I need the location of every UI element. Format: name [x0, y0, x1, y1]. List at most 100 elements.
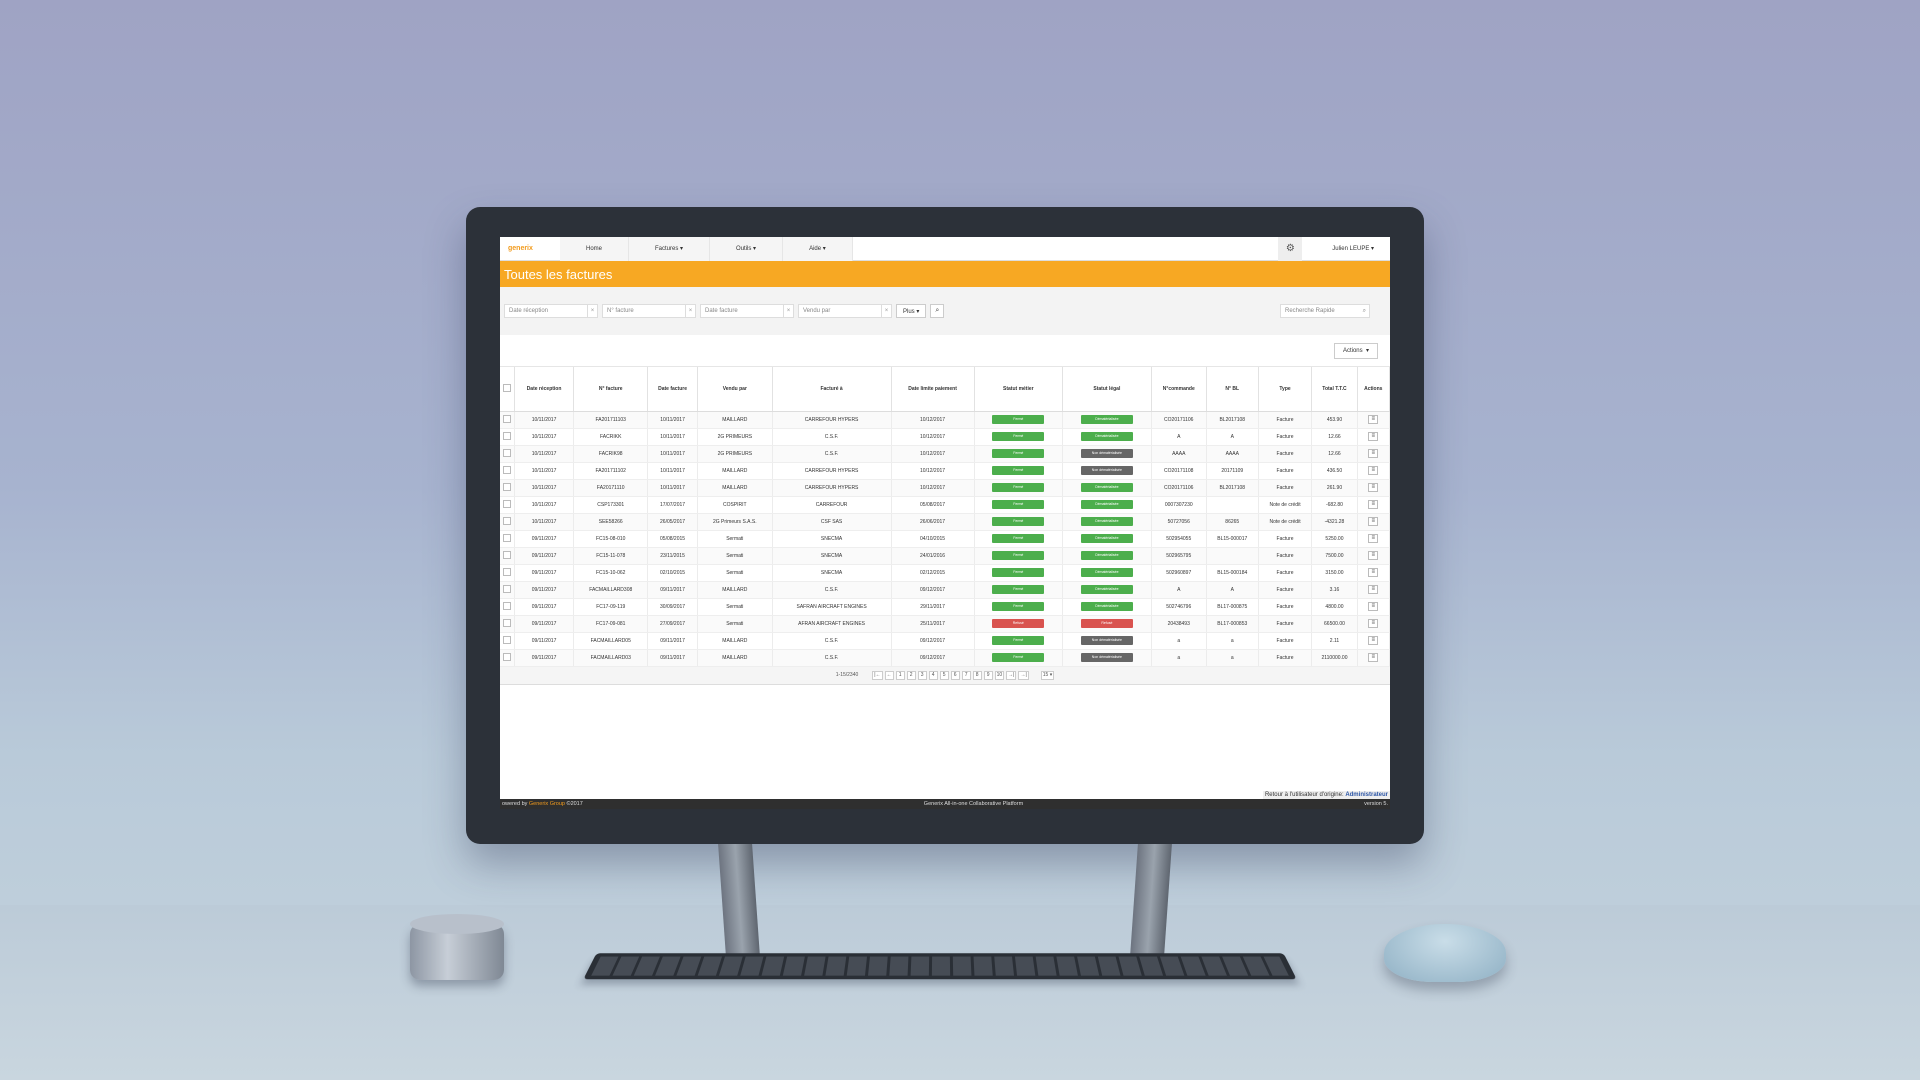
nav-outils[interactable]: Outils ▾: [710, 237, 784, 261]
list-icon[interactable]: ≡: [1368, 483, 1379, 492]
column-header[interactable]: Total T.T.C: [1311, 367, 1358, 412]
page-button[interactable]: 1: [895, 670, 905, 680]
quick-search-input[interactable]: Recherche Rapide ⌕: [1280, 304, 1370, 318]
search-icon[interactable]: ⌕: [930, 304, 945, 318]
filter-vendu-par[interactable]: Vendu par ×: [798, 304, 892, 318]
table-row[interactable]: 10/11/2017 FACRIKK 10/11/2017 2G PRIMEURS C.…: [500, 428, 1390, 446]
column-header[interactable]: Statut légal: [1062, 367, 1152, 412]
table-row[interactable]: 10/11/2017 CSP173301 17/07/2017 COSPIRIT CAR…: [500, 496, 1390, 514]
actions-dropdown[interactable]: Actions ▾: [1333, 342, 1378, 359]
nav-home[interactable]: Home: [560, 237, 630, 261]
table-row[interactable]: 10/11/2017 FA20171110 10/11/2017 MAILLARD CA…: [500, 479, 1390, 497]
table-row[interactable]: 09/11/2017 FACMAILLARD03 09/11/2017 MAILLAR…: [500, 649, 1390, 667]
column-header[interactable]: Actions: [1357, 367, 1390, 412]
column-header[interactable]: Date facture: [647, 367, 699, 412]
filter-date-reception[interactable]: Date réception ×: [504, 304, 598, 318]
column-header[interactable]: N° BL: [1206, 367, 1259, 412]
prev-page-button[interactable]: ←: [884, 670, 894, 680]
list-icon[interactable]: ≡: [1368, 517, 1379, 526]
row-checkbox[interactable]: [502, 482, 511, 491]
user-menu[interactable]: Julien LEUPE ▾: [1302, 237, 1390, 261]
table-row[interactable]: 10/11/2017 FACRIK98 10/11/2017 2G PRIMEURS C…: [500, 445, 1390, 463]
app-logo[interactable]: generix: [500, 245, 560, 252]
table-cell: 23/11/2015: [647, 547, 699, 565]
column-header[interactable]: N°commande: [1151, 367, 1207, 412]
table-row[interactable]: 10/11/2017 FA201711102 10/11/2017 MAILLARD C…: [500, 462, 1390, 480]
table-row[interactable]: 09/11/2017 FC15-08-010 05/08/2015 Sermati SN…: [500, 530, 1390, 548]
table-cell: 502960897: [1151, 564, 1207, 582]
column-header[interactable]: Date réception: [514, 367, 575, 412]
column-header[interactable]: Type: [1258, 367, 1313, 412]
nav-factures[interactable]: Factures ▾: [629, 237, 711, 261]
row-checkbox[interactable]: [502, 618, 511, 627]
page-button[interactable]: 9: [983, 670, 993, 680]
row-checkbox[interactable]: [502, 652, 511, 661]
table-row[interactable]: 09/11/2017 FC17-09-081 27/09/2017 Sermati AF…: [500, 615, 1390, 633]
row-checkbox[interactable]: [502, 448, 511, 457]
list-icon[interactable]: ≡: [1368, 585, 1379, 594]
row-checkbox[interactable]: [502, 567, 511, 576]
table-cell: 05/08/2017: [891, 496, 975, 514]
business-status-badge: Fermé: [992, 415, 1045, 424]
table-cell: 09/11/2017: [514, 530, 575, 548]
row-checkbox[interactable]: [502, 584, 511, 593]
table-row[interactable]: 09/11/2017 FACMAILLARD05 09/11/2017 MAILLAR…: [500, 632, 1390, 650]
list-icon[interactable]: ≡: [1368, 653, 1379, 662]
gear-icon[interactable]: ⚙: [1278, 237, 1303, 261]
table-row[interactable]: 09/11/2017 FC15-10-062 02/10/2015 Sermati SN…: [500, 564, 1390, 582]
page-button[interactable]: 6: [950, 670, 960, 680]
list-icon[interactable]: ≡: [1368, 568, 1379, 577]
clear-icon[interactable]: ×: [587, 305, 597, 317]
row-checkbox[interactable]: [502, 414, 511, 423]
page-button[interactable]: 2: [906, 670, 916, 680]
list-icon[interactable]: ≡: [1368, 466, 1379, 475]
table-row[interactable]: 09/11/2017 FC15-11-078 23/11/2015 Sermati SN…: [500, 547, 1390, 565]
more-filters-button[interactable]: Plus ▾: [896, 304, 927, 318]
filter-date-facture[interactable]: Date facture ×: [700, 304, 794, 318]
administrator-link[interactable]: Administrateur: [1345, 792, 1388, 798]
nav-aide[interactable]: Aide ▾: [783, 237, 853, 261]
clear-icon[interactable]: ×: [881, 305, 891, 317]
filter-num-facture[interactable]: N° facture ×: [602, 304, 696, 318]
table-row[interactable]: 09/11/2017 FACMAILLARD308 09/11/2017 MAILLA…: [500, 581, 1390, 599]
page-button[interactable]: 7: [961, 670, 971, 680]
last-page-button[interactable]: →|: [1018, 670, 1029, 680]
list-icon[interactable]: ≡: [1368, 619, 1379, 628]
select-all-checkbox[interactable]: [502, 383, 511, 392]
list-icon[interactable]: ≡: [1368, 602, 1379, 611]
page-button[interactable]: 10: [994, 670, 1005, 680]
row-checkbox[interactable]: [502, 635, 511, 644]
table-row[interactable]: 10/11/2017 FA201711103 10/11/2017 MAILLARD C…: [500, 411, 1390, 429]
row-checkbox[interactable]: [502, 550, 511, 559]
column-header[interactable]: Statut métier: [974, 367, 1064, 412]
table-row[interactable]: 10/11/2017 SEE58266 26/05/2017 2G Primeurs …: [500, 513, 1390, 531]
list-icon[interactable]: ≡: [1368, 534, 1379, 543]
clear-icon[interactable]: ×: [685, 305, 695, 317]
row-checkbox[interactable]: [502, 431, 511, 440]
next-page-button[interactable]: →|: [1006, 670, 1017, 680]
row-checkbox[interactable]: [502, 465, 511, 474]
list-icon[interactable]: ≡: [1368, 449, 1379, 458]
table-row[interactable]: 09/11/2017 FC17-09-119 30/09/2017 Sermati SA…: [500, 598, 1390, 616]
per-page-select[interactable]: 15 ▾: [1040, 670, 1055, 680]
list-icon[interactable]: ≡: [1368, 636, 1379, 645]
monitor-stand-left-leg: [718, 844, 760, 956]
row-checkbox[interactable]: [502, 516, 511, 525]
row-checkbox[interactable]: [502, 499, 511, 508]
first-page-button[interactable]: |←: [872, 670, 883, 680]
list-icon[interactable]: ≡: [1368, 551, 1379, 560]
page-button[interactable]: 8: [972, 670, 982, 680]
list-icon[interactable]: ≡: [1368, 500, 1379, 509]
column-header[interactable]: Facturé à: [772, 367, 892, 412]
column-header[interactable]: Date limite paiement: [891, 367, 975, 412]
column-header[interactable]: N° facture: [573, 367, 649, 412]
clear-icon[interactable]: ×: [783, 305, 793, 317]
list-icon[interactable]: ≡: [1368, 432, 1379, 441]
page-button[interactable]: 3: [917, 670, 927, 680]
row-checkbox[interactable]: [502, 601, 511, 610]
column-header[interactable]: Vendu par: [697, 367, 773, 412]
page-button[interactable]: 4: [928, 670, 938, 680]
list-icon[interactable]: ≡: [1368, 415, 1379, 424]
row-checkbox[interactable]: [502, 533, 511, 542]
page-button[interactable]: 5: [939, 670, 949, 680]
